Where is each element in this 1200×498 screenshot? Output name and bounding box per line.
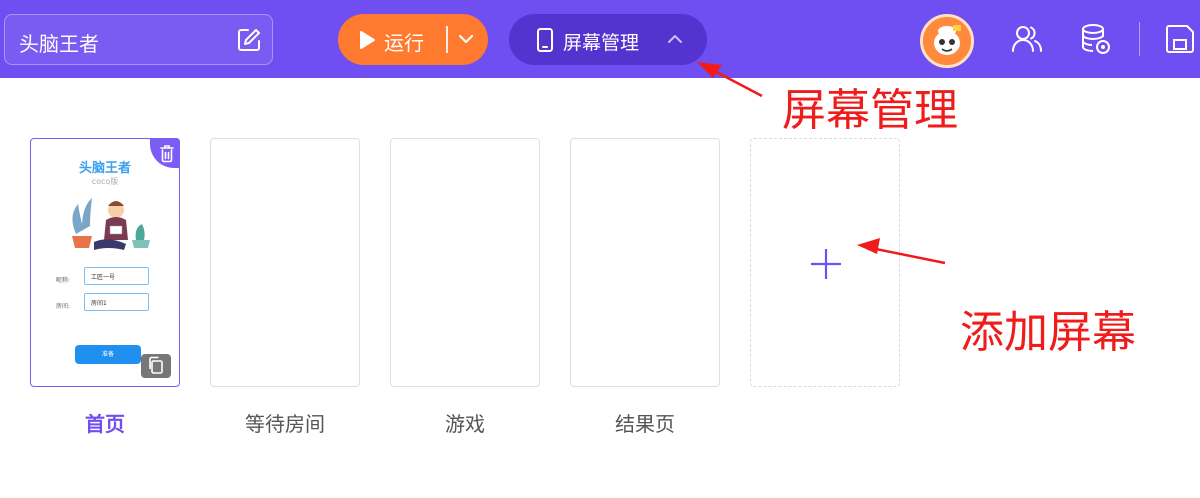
screen-label-home[interactable]: 首页 xyxy=(30,408,180,437)
screen-label-game[interactable]: 游戏 xyxy=(390,408,540,437)
annotation-screen-manage: 屏幕管理 xyxy=(782,85,958,136)
thumb-room-input: 房间1 xyxy=(84,293,149,311)
thumb-ready-button: 准备 xyxy=(75,345,141,364)
copy-screen-button[interactable] xyxy=(141,354,171,378)
screen-label-waiting-room[interactable]: 等待房间 xyxy=(210,408,360,437)
reading-character-illustration xyxy=(72,198,150,250)
thumb-subtitle: coco版 xyxy=(91,177,119,186)
run-button[interactable]: 运行 xyxy=(338,14,488,65)
project-name[interactable]: 头脑王者 xyxy=(19,28,99,57)
add-screen-button[interactable] xyxy=(750,138,900,387)
run-divider xyxy=(446,26,448,53)
thumb-room-label: 房间: xyxy=(56,303,71,310)
phone-icon xyxy=(537,28,553,52)
project-name-box[interactable]: 头脑王者 xyxy=(4,14,273,65)
screen-card-waiting-room[interactable] xyxy=(210,138,360,387)
thumb-nickname-input: 工匠一号 xyxy=(84,267,149,285)
top-toolbar: 头脑王者 运行 屏幕管理 xyxy=(0,0,1200,78)
run-button-label: 运行 xyxy=(384,31,424,55)
annotation-add-screen: 添加屏幕 xyxy=(960,307,1136,358)
plus-icon xyxy=(811,249,841,279)
thumb-nickname-label: 昵称: xyxy=(56,277,71,284)
toolbar-divider xyxy=(1139,22,1140,56)
screen-manage-button[interactable]: 屏幕管理 xyxy=(509,14,707,65)
edit-icon[interactable] xyxy=(236,27,262,53)
screen-manage-label: 屏幕管理 xyxy=(563,32,640,54)
copy-icon xyxy=(149,356,163,374)
chevron-up-icon xyxy=(668,35,682,43)
screen-card-game[interactable] xyxy=(390,138,540,387)
chevron-down-icon[interactable] xyxy=(457,32,475,46)
avatar-image xyxy=(923,17,971,65)
avatar[interactable] xyxy=(920,14,974,68)
database-settings-icon[interactable] xyxy=(1079,22,1113,56)
screen-card-home[interactable]: 头脑王者 coco版 昵称: 工匠一号 房间: 房间1 准备 xyxy=(30,138,180,387)
save-icon[interactable] xyxy=(1163,22,1197,56)
play-icon xyxy=(360,31,375,49)
thumb-title: 头脑王者 xyxy=(78,161,131,176)
screen-label-result[interactable]: 结果页 xyxy=(570,408,720,437)
screen-card-result[interactable] xyxy=(570,138,720,387)
users-icon[interactable] xyxy=(1010,22,1044,56)
